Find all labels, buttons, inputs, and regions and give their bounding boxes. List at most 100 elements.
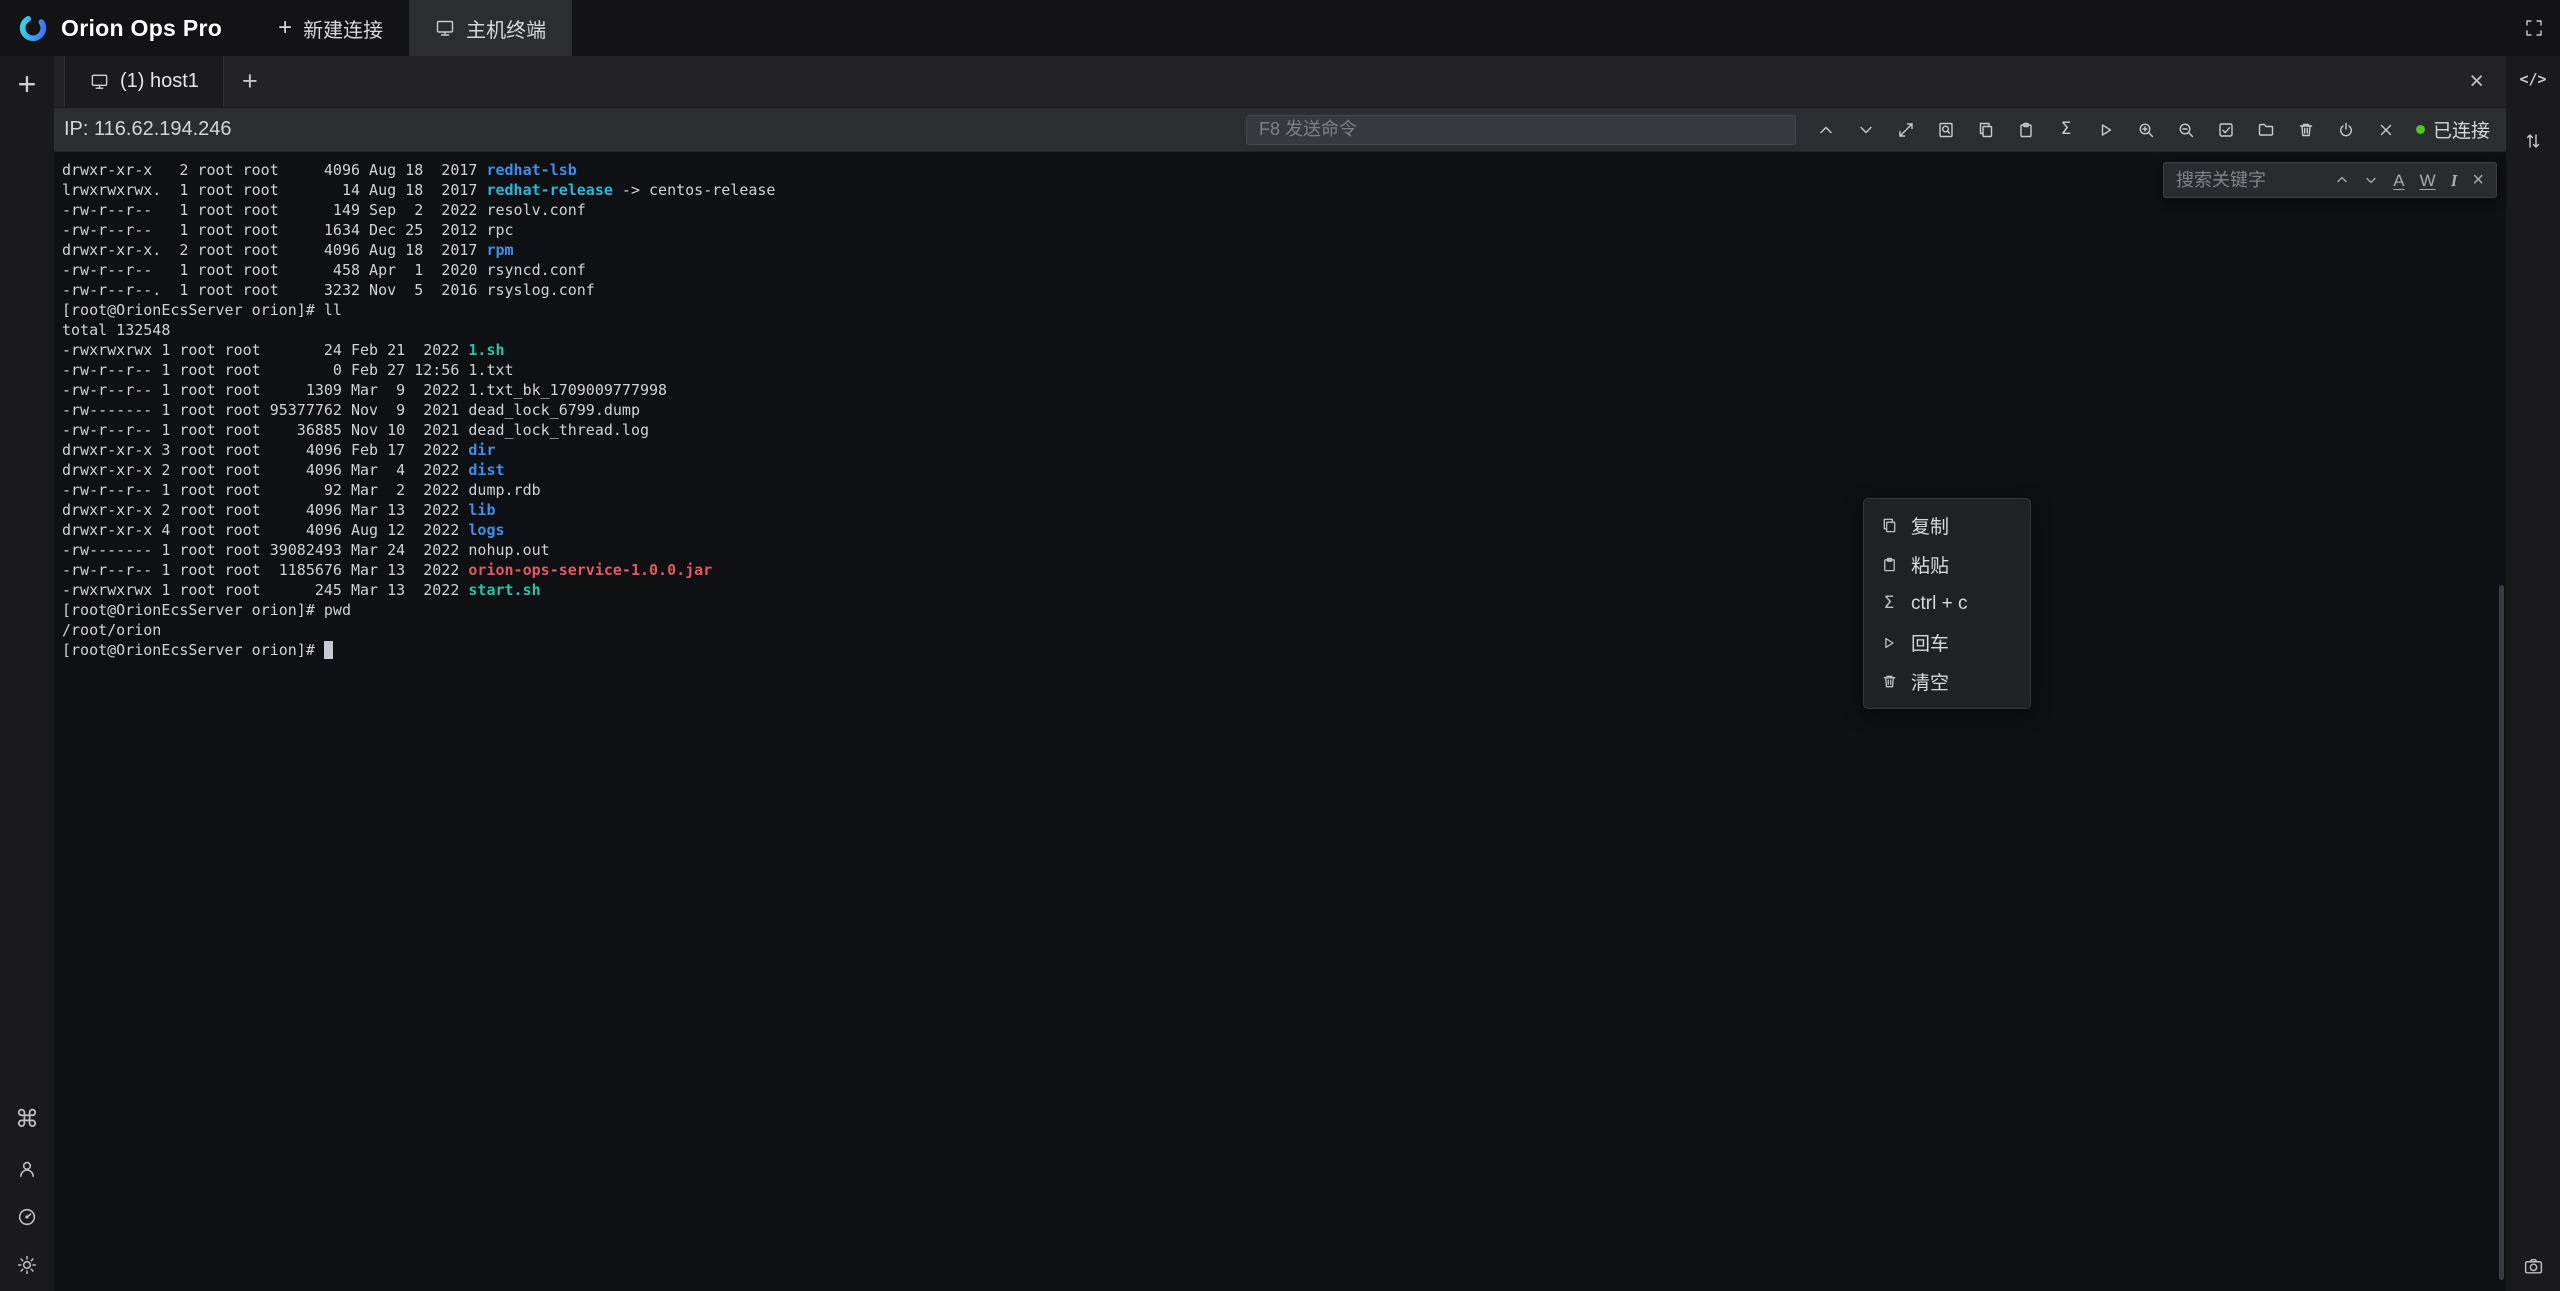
context-menu-label: 复制 [1911, 512, 1949, 539]
command-icon[interactable]: ⌘ [15, 1107, 39, 1131]
terminal-icon [435, 18, 455, 38]
close-icon[interactable] [2376, 120, 2396, 140]
terminal-line: drwxr-xr-x 2 root root 4096 Aug 18 2017 … [62, 160, 2506, 180]
terminal-line: total 132548 [62, 320, 2506, 340]
context-menu-item-enter[interactable]: 回车 [1864, 623, 2030, 662]
topbar: Orion Ops Pro + 新建连接 主机终端 [0, 0, 2560, 56]
terminal-line: -rwxrwxrwx 1 root root 245 Mar 13 2022 s… [62, 580, 2506, 600]
context-menu-item-copy[interactable]: 复制 [1864, 506, 2030, 545]
menu-label: 主机终端 [466, 14, 546, 43]
context-menu-label: ctrl + c [1911, 593, 1967, 615]
terminal-line: [root@OrionEcsServer orion]# [62, 640, 2506, 660]
camera-icon[interactable] [2523, 1256, 2544, 1277]
gear-icon[interactable] [17, 1255, 37, 1275]
search-input[interactable] [2176, 170, 2320, 191]
paste-icon [1880, 556, 1898, 574]
context-menu-item-clear[interactable]: 清空 [1864, 662, 2030, 701]
tab-label: (1) host1 [120, 70, 199, 93]
terminal-line: [root@OrionEcsServer orion]# ll [62, 300, 2506, 320]
terminal-toolbar: IP: 116.62.194.246 Σ [54, 108, 2506, 152]
trash-icon[interactable] [2296, 120, 2316, 140]
terminal-line: -rw-r--r-- 1 root root 92 Mar 2 2022 dum… [62, 480, 2506, 500]
scroll-up-icon[interactable] [1816, 120, 1836, 140]
terminal-line: lrwxrwxrwx. 1 root root 14 Aug 18 2017 r… [62, 180, 2506, 200]
terminal-scrollbar[interactable] [2499, 585, 2504, 1280]
status-dot-icon [2416, 125, 2425, 134]
context-menu: 复制 粘贴 Σ ctrl + c 回车 [1863, 498, 2031, 709]
context-menu-label: 粘贴 [1911, 551, 1949, 578]
zoom-out-icon[interactable] [2176, 120, 2196, 140]
terminal-line: -rw------- 1 root root 39082493 Mar 24 2… [62, 540, 2506, 560]
ip-label: IP: 116.62.194.246 [64, 118, 232, 141]
tab-host1[interactable]: (1) host1 [64, 56, 224, 107]
user-icon[interactable] [17, 1159, 37, 1179]
folder-icon[interactable] [2256, 120, 2276, 140]
right-sidebar: </> [2506, 56, 2560, 1291]
power-icon[interactable] [2336, 120, 2356, 140]
find-next-button[interactable] [2364, 173, 2378, 187]
close-icon[interactable]: × [2469, 69, 2484, 94]
main-row: + ⌘ (1) host1 [0, 56, 2560, 1291]
terminal-line: -rw-r--r-- 1 root root 1185676 Mar 13 20… [62, 560, 2506, 580]
terminal-line: [root@OrionEcsServer orion]# pwd [62, 600, 2506, 620]
zoom-in-icon[interactable] [2136, 120, 2156, 140]
brand: Orion Ops Pro [0, 0, 252, 56]
terminal-line: -rwxrwxrwx 1 root root 24 Feb 21 2022 1.… [62, 340, 2506, 360]
gauge-icon[interactable] [17, 1207, 37, 1227]
regex-button[interactable]: I [2451, 172, 2458, 189]
checkbox-icon[interactable] [2216, 120, 2236, 140]
paste-icon[interactable] [2016, 120, 2036, 140]
left-sidebar-bottom: ⌘ [15, 1107, 39, 1291]
new-tab-button[interactable]: + [242, 68, 258, 95]
terminal-line: drwxr-xr-x 4 root root 4096 Aug 12 2022 … [62, 520, 2506, 540]
terminal-line: -rw-r--r-- 1 root root 458 Apr 1 2020 rs… [62, 260, 2506, 280]
sigma-icon[interactable]: Σ [2056, 120, 2076, 140]
scroll-down-icon[interactable] [1856, 120, 1876, 140]
context-menu-label: 回车 [1911, 629, 1949, 656]
terminal-line: -rw------- 1 root root 95377762 Nov 9 20… [62, 400, 2506, 420]
context-menu-item-ctrl-c[interactable]: Σ ctrl + c [1864, 584, 2030, 623]
left-sidebar: + ⌘ [0, 56, 54, 1291]
search-close-button[interactable]: × [2472, 170, 2484, 190]
terminal-area[interactable]: drwxr-xr-x 2 root root 4096 Aug 18 2017 … [54, 152, 2506, 1291]
context-menu-label: 清空 [1911, 668, 1949, 695]
menu-new-connection[interactable]: + 新建连接 [252, 0, 409, 56]
app-title: Orion Ops Pro [61, 15, 222, 42]
find-prev-button[interactable] [2335, 173, 2349, 187]
expand-icon[interactable] [1896, 120, 1916, 140]
code-icon[interactable]: </> [2519, 70, 2546, 88]
command-input[interactable] [1246, 115, 1796, 145]
match-case-button[interactable]: A [2393, 172, 2404, 189]
menu-host-terminal[interactable]: 主机终端 [409, 0, 572, 56]
status-label: 已连接 [2433, 116, 2490, 143]
app-logo-icon [18, 13, 48, 43]
terminal-line: -rw-r--r--. 1 root root 3232 Nov 5 2016 … [62, 280, 2506, 300]
play-icon[interactable] [2096, 120, 2116, 140]
terminal-line: -rw-r--r-- 1 root root 36885 Nov 10 2021… [62, 420, 2506, 440]
fullscreen-icon[interactable] [2524, 18, 2544, 38]
terminal-line: drwxr-xr-x 2 root root 4096 Mar 4 2022 d… [62, 460, 2506, 480]
terminal-icon [89, 72, 109, 92]
terminal-line: -rw-r--r-- 1 root root 1309 Mar 9 2022 1… [62, 380, 2506, 400]
terminal-line: -rw-r--r-- 1 root root 0 Feb 27 12:56 1.… [62, 360, 2506, 380]
plus-icon[interactable]: + [18, 68, 37, 100]
trash-icon [1880, 673, 1898, 691]
search-icon[interactable] [1936, 120, 1956, 140]
context-menu-item-paste[interactable]: 粘贴 [1864, 545, 2030, 584]
terminal-line: -rw-r--r-- 1 root root 149 Sep 2 2022 re… [62, 200, 2506, 220]
center-column: (1) host1 + × IP: 116.62.194.246 [54, 56, 2506, 1291]
menu-label: 新建连接 [303, 14, 383, 43]
plus-icon: + [278, 16, 292, 40]
sort-icon[interactable] [2524, 132, 2542, 150]
connection-status: 已连接 [2416, 116, 2490, 143]
copy-icon [1880, 517, 1898, 535]
tab-bar: (1) host1 + × [54, 56, 2506, 108]
copy-icon[interactable] [1976, 120, 1996, 140]
whole-word-button[interactable]: W [2420, 172, 2436, 189]
terminal-output: drwxr-xr-x 2 root root 4096 Aug 18 2017 … [62, 160, 2506, 660]
toolbar-icons: Σ [1816, 120, 2396, 140]
terminal-line: drwxr-xr-x 2 root root 4096 Mar 13 2022 … [62, 500, 2506, 520]
enter-icon [1880, 634, 1898, 652]
sigma-icon: Σ [1880, 595, 1898, 613]
top-menu: + 新建连接 主机终端 [252, 0, 572, 56]
